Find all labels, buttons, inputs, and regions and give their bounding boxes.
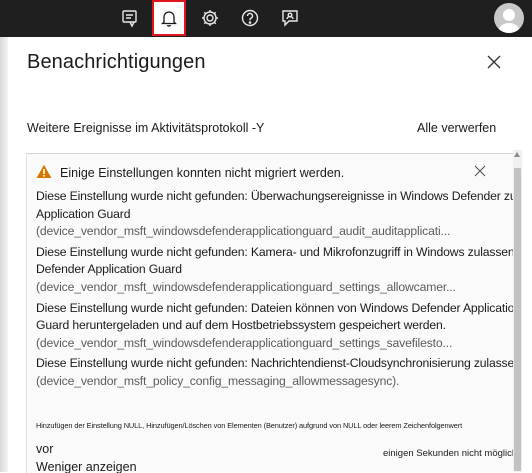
warning-icon <box>36 164 52 178</box>
close-panel-button[interactable] <box>485 53 503 71</box>
close-icon <box>487 55 501 69</box>
message-text: Application Guard <box>36 206 131 221</box>
list-item: Diese Einstellung wurde nicht gefunden: … <box>36 188 517 241</box>
message-list: Diese Einstellung wurde nicht gefunden: … <box>36 188 517 394</box>
feedback-cloud-icon[interactable] <box>117 5 143 31</box>
timestamp-text: einigen Sekunden nicht möglich <box>383 448 518 459</box>
bell-icon <box>161 11 177 27</box>
panel-scrollbar[interactable] <box>513 150 522 472</box>
message-text: Guard heruntergeladen und auf dem Hostbe… <box>36 318 446 333</box>
dismiss-all-button[interactable]: Alle verwerfen <box>417 121 496 135</box>
dismiss-notification-button[interactable] <box>474 164 486 177</box>
background-shadow <box>0 37 8 472</box>
chat-person-icon[interactable] <box>277 5 303 31</box>
scroll-thumb[interactable] <box>514 168 521 471</box>
list-item: Diese Einstellung wurde nicht gefunden: … <box>36 355 517 390</box>
detail-note: Hinzufügen der Einstellung NULL, Hinzufü… <box>36 421 463 430</box>
list-item: Diese Einstellung wurde nicht gefunden: … <box>36 300 517 353</box>
message-text: Diese Einstellung wurde nicht gefunden: … <box>36 244 515 259</box>
message-text: Diese Einstellung wurde nicht gefunden: … <box>36 189 517 203</box>
top-navigation-bar <box>0 0 532 37</box>
setting-id: (device_vendor_msft_windowsdefenderappli… <box>36 335 453 350</box>
notifications-panel: Benachrichtigungen Weitere Ereignisse im… <box>8 37 532 473</box>
setting-id: (device_vendor_msft_windowsdefenderappli… <box>36 224 451 239</box>
list-item: Diese Einstellung wurde nicht gefunden: … <box>36 244 517 297</box>
notification-title: Einige Einstellungen konnten nicht migri… <box>60 166 345 180</box>
notifications-bell-button[interactable] <box>152 0 186 36</box>
show-less-link[interactable]: Weniger anzeigen <box>36 460 137 473</box>
message-text: Diese Einstellung wurde nicht gefunden: … <box>36 300 517 315</box>
notification-card: Einige Einstellungen konnten nicht migri… <box>26 153 517 473</box>
message-text: Defender Application Guard <box>36 262 182 277</box>
close-icon <box>474 165 486 177</box>
scroll-up-arrow-icon[interactable] <box>514 152 520 157</box>
setting-id: (device_vendor_msft_policy_config_messag… <box>36 373 400 388</box>
gear-icon[interactable] <box>197 5 223 31</box>
panel-title: Benachrichtigungen <box>27 51 206 73</box>
setting-id: (device_vendor_msft_windowsdefenderappli… <box>36 279 456 294</box>
timestamp-prefix: vor <box>36 442 54 456</box>
activity-log-link[interactable]: Weitere Ereignisse im Aktivitätsprotokol… <box>27 121 264 135</box>
avatar[interactable] <box>494 3 524 33</box>
message-text: Diese Einstellung wurde nicht gefunden: … <box>36 356 517 371</box>
help-icon[interactable] <box>237 5 263 31</box>
